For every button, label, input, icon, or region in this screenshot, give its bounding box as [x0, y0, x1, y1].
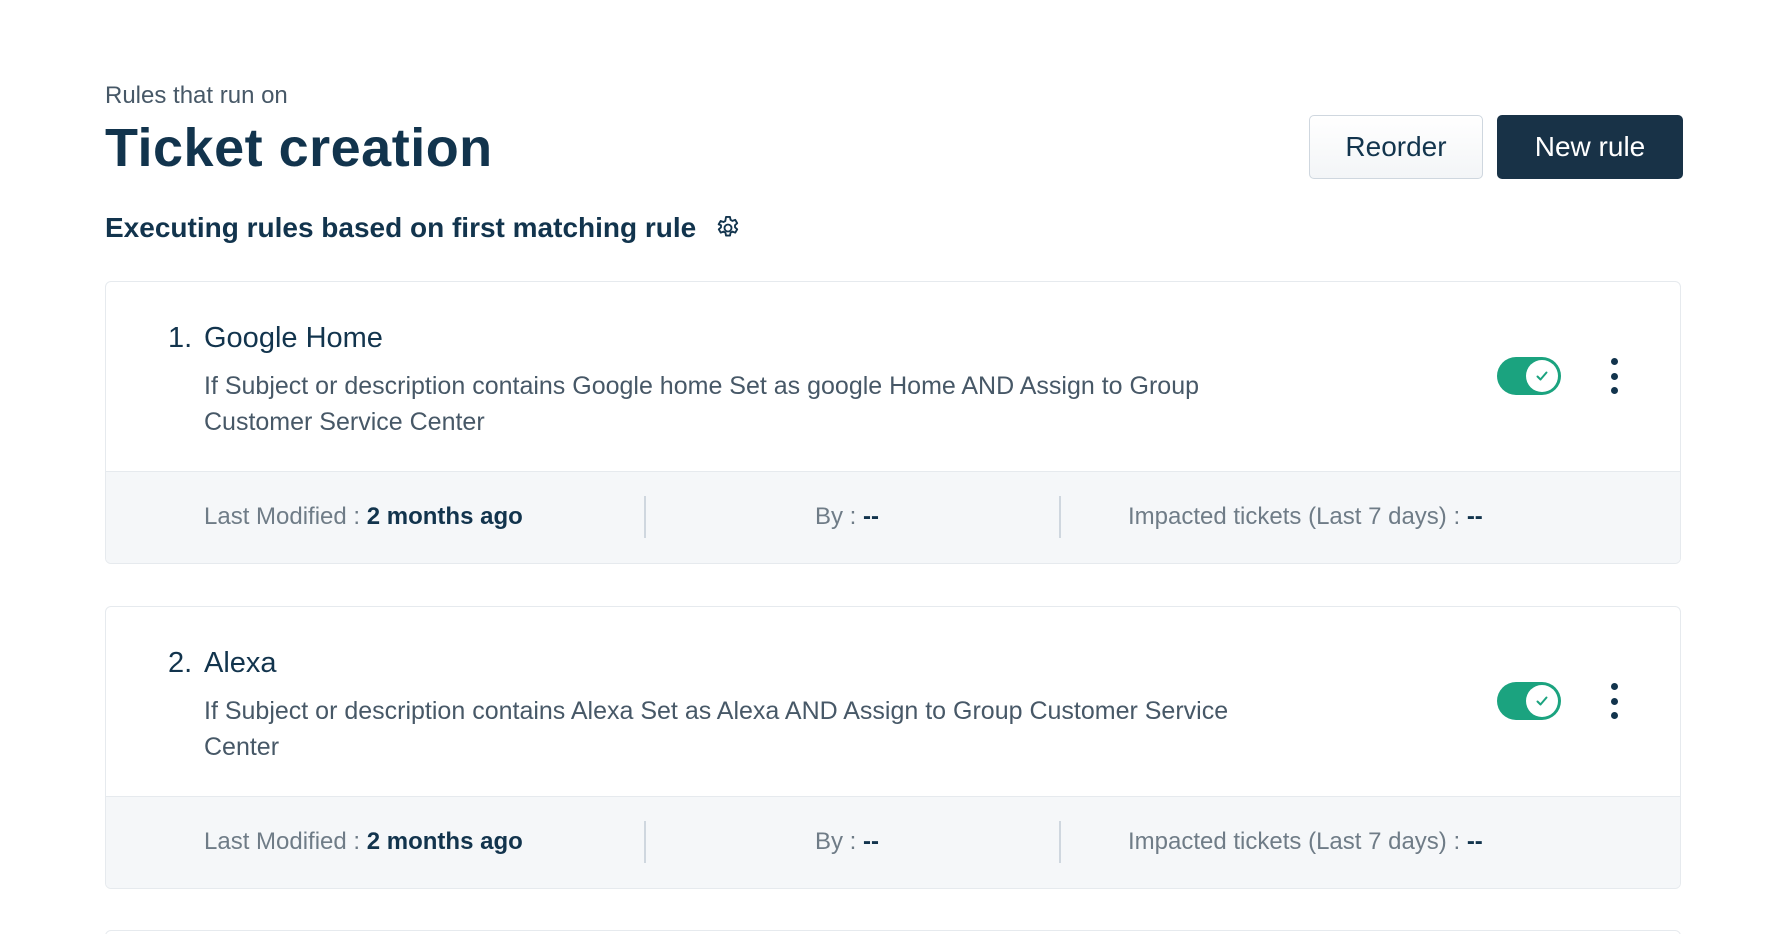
rule-name[interactable]: Alexa	[204, 647, 277, 680]
modified-by-label: By :	[815, 503, 864, 530]
divider	[644, 821, 646, 863]
execution-mode-label: Executing rules based on first matching …	[105, 212, 697, 243]
rule-enabled-toggle[interactable]	[1497, 357, 1561, 395]
last-modified-value: 2 months ago	[366, 828, 523, 855]
rule-card[interactable]: 1. Google Home If Subject or description…	[105, 281, 1681, 564]
impacted-tickets-label: Impacted tickets (Last 7 days) :	[1128, 828, 1467, 855]
rule-number: 2.	[168, 647, 193, 679]
impacted-tickets: Impacted tickets (Last 7 days) : --	[1128, 503, 1483, 531]
impacted-tickets: Impacted tickets (Last 7 days) : --	[1128, 828, 1483, 856]
rule-card-body: 1. Google Home If Subject or description…	[106, 282, 1680, 471]
divider	[1059, 821, 1061, 863]
gear-icon[interactable]	[714, 214, 742, 242]
rule-card-footer: Last Modified : 2 months ago By : -- Imp…	[106, 471, 1680, 563]
toggle-knob	[1526, 360, 1558, 392]
rule-name[interactable]: Google Home	[204, 322, 383, 355]
modified-by-value: --	[863, 503, 879, 530]
new-rule-button[interactable]: New rule	[1497, 115, 1683, 179]
last-modified-value: 2 months ago	[366, 503, 523, 530]
page-title: Ticket creation	[105, 118, 493, 178]
header-actions: Reorder New rule	[1309, 115, 1683, 179]
last-modified-label: Last Modified :	[204, 503, 367, 530]
divider	[644, 496, 646, 538]
rule-card-footer: Last Modified : 2 months ago By : -- Imp…	[106, 796, 1680, 888]
modified-by: By : --	[815, 503, 879, 531]
rule-enabled-toggle[interactable]	[1497, 682, 1561, 720]
last-modified: Last Modified : 2 months ago	[204, 828, 523, 856]
rule-card-partial[interactable]	[105, 930, 1681, 934]
toggle-knob	[1526, 685, 1558, 717]
modified-by-label: By :	[815, 828, 864, 855]
last-modified: Last Modified : 2 months ago	[204, 503, 523, 531]
more-options-icon[interactable]	[1604, 683, 1624, 719]
divider	[1059, 496, 1061, 538]
impacted-tickets-value: --	[1466, 503, 1483, 530]
last-modified-label: Last Modified :	[204, 828, 367, 855]
check-icon	[1536, 696, 1548, 706]
execution-mode: Executing rules based on first matching …	[105, 212, 742, 244]
rule-card[interactable]: 2. Alexa If Subject or description conta…	[105, 606, 1681, 889]
rule-card-body: 2. Alexa If Subject or description conta…	[106, 607, 1680, 796]
impacted-tickets-value: --	[1466, 828, 1483, 855]
more-options-icon[interactable]	[1604, 358, 1624, 394]
check-icon	[1536, 371, 1548, 381]
rule-description: If Subject or description contains Googl…	[204, 372, 1199, 436]
page-header: Rules that run on Ticket creation	[105, 80, 493, 180]
impacted-tickets-label: Impacted tickets (Last 7 days) :	[1128, 503, 1467, 530]
page-subtitle: Rules that run on	[105, 82, 288, 109]
modified-by-value: --	[863, 828, 879, 855]
rules-page: Rules that run on Ticket creation Reorde…	[0, 0, 1786, 934]
reorder-button[interactable]: Reorder	[1309, 115, 1483, 179]
rule-description: If Subject or description contains Alexa…	[204, 697, 1229, 761]
rule-number: 1.	[168, 322, 193, 354]
modified-by: By : --	[815, 828, 879, 856]
